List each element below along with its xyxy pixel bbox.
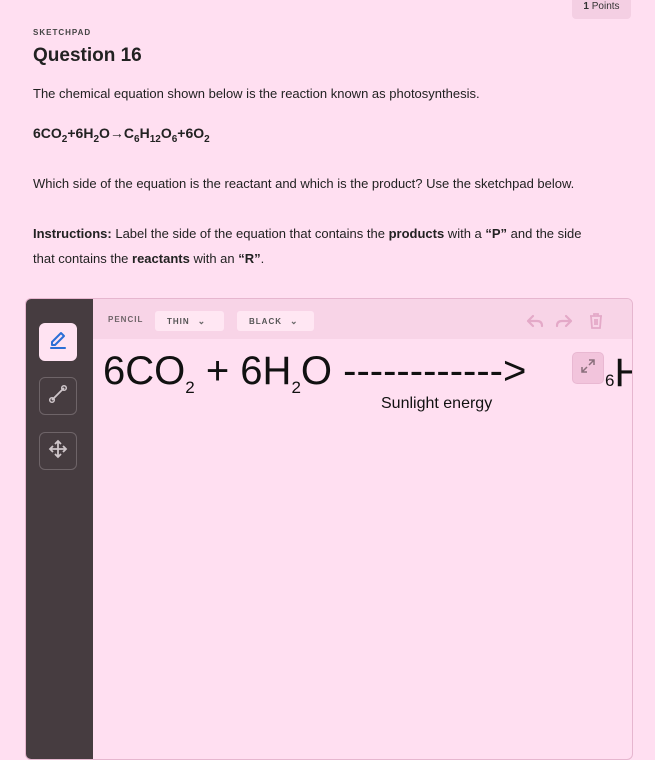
redo-icon[interactable] xyxy=(554,311,574,331)
equation-image-clipped: 6H xyxy=(605,351,632,395)
tool-sidebar xyxy=(26,299,93,759)
move-tool-button[interactable] xyxy=(39,432,77,470)
chemical-equation: 6CO2+6H2O→C6H12O6+6O2 xyxy=(33,125,210,145)
sketchpad-toolbar: PENCIL THIN ⌄ BLACK ⌄ xyxy=(93,299,632,339)
color-dropdown[interactable]: BLACK ⌄ xyxy=(237,311,314,331)
intro-text: The chemical equation shown below is the… xyxy=(33,86,480,101)
pencil-tool-button[interactable] xyxy=(39,323,77,361)
instructions-text: Instructions: Label the side of the equa… xyxy=(33,226,582,266)
line-icon xyxy=(47,383,69,410)
question-text: Which side of the equation is the reacta… xyxy=(33,176,575,191)
current-tool-label: PENCIL xyxy=(108,315,144,324)
thickness-dropdown[interactable]: THIN ⌄ xyxy=(155,311,224,331)
chevron-down-icon: ⌄ xyxy=(290,315,299,326)
instructions-label: Instructions: xyxy=(33,226,112,241)
sunlight-energy-label: Sunlight energy xyxy=(381,395,493,412)
undo-icon[interactable] xyxy=(525,311,545,331)
move-icon xyxy=(48,439,68,464)
expand-icon xyxy=(580,358,596,379)
sketchpad: PENCIL THIN ⌄ BLACK ⌄ 6CO2 + 6H2O --------… xyxy=(25,298,633,760)
expand-image-button[interactable] xyxy=(572,352,604,384)
points-badge: 1 Points xyxy=(572,0,631,19)
line-tool-button[interactable] xyxy=(39,377,77,415)
points-value: 1 xyxy=(583,1,589,12)
question-title: Question 16 xyxy=(33,45,142,66)
question-type-label: SKETCHPAD xyxy=(33,28,92,37)
equation-image: 6CO2 + 6H2O ------------> xyxy=(103,349,527,397)
points-label: Points xyxy=(591,1,620,12)
pencil-icon xyxy=(47,329,69,356)
trash-icon[interactable] xyxy=(586,311,606,331)
drawing-canvas[interactable]: 6CO2 + 6H2O ------------> Sunlight energ… xyxy=(93,339,632,759)
chevron-down-icon: ⌄ xyxy=(197,315,207,326)
